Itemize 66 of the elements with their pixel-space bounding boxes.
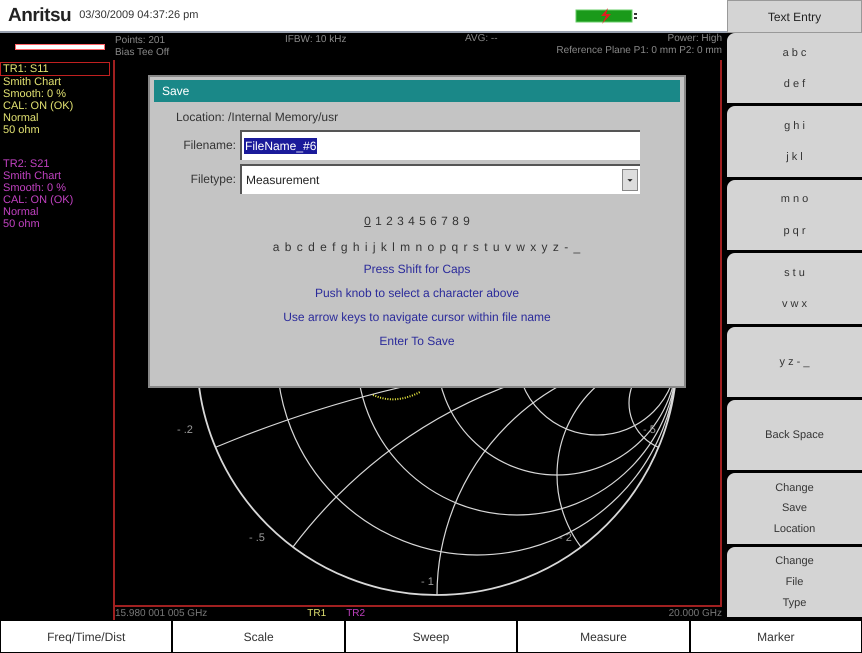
trace-info-text: CAL: ON (OK) (2, 100, 74, 112)
softkey-title: Text Entry (727, 0, 862, 33)
field-label: Filename: (182, 137, 237, 154)
softkey-button[interactable]: Back Space (727, 400, 862, 472)
menu-tab[interactable]: Freq/Time/Dist (1, 621, 172, 652)
start-frequency: 15.980 001 005 GHz (115, 608, 208, 618)
trace-label: TR2 (346, 608, 366, 618)
instruction-text: Enter To Save (379, 334, 455, 348)
trace-info-text: Normal (2, 112, 40, 124)
menu-tab[interactable]: Marker (690, 621, 862, 652)
trace-info-text: CAL: ON (OK) (2, 194, 74, 206)
info-text: Points: 201 (115, 34, 166, 46)
trace-info-text: Smooth: 0 % (2, 182, 67, 194)
trace-info-text: Smooth: 0 % (2, 88, 67, 100)
dialog-title: Save (162, 83, 190, 100)
filetype-dropdown[interactable]: Measurement (240, 164, 640, 194)
character-key[interactable]: 9 (462, 212, 470, 230)
softkey-button[interactable]: g h i j k l (727, 106, 862, 179)
trace-info-text: Smith Chart (2, 170, 62, 182)
chart-axis-label: - 1 (421, 575, 434, 590)
selected-text: FileName_#6 (244, 138, 318, 154)
softkey-button[interactable]: y z - _ (727, 326, 862, 399)
softkey-button[interactable]: m n o p q r (727, 180, 862, 252)
field-label: Filetype: (190, 171, 237, 188)
softkey-button[interactable]: Change Save Location (727, 473, 862, 546)
menu-tab[interactable]: Scale (173, 621, 344, 652)
info-text: Power: High (668, 33, 722, 45)
chart-axis-label: - .5 (249, 531, 265, 546)
location-text: Location: /Internal Memory/usr (176, 109, 340, 126)
character-key[interactable]: 3 (396, 212, 404, 230)
info-text: Reference Plane P1: 0 mm P2: 0 mm (556, 45, 722, 57)
trace-info-text: 50 ohm (2, 124, 41, 136)
chart-axis-label: - 2 (559, 531, 572, 546)
date-time: 03/30/2009 04:37:26 pm (79, 8, 198, 24)
softkey-button[interactable]: a b c d e f (727, 33, 862, 106)
character-key[interactable]: 0 (364, 212, 372, 230)
softkey-button[interactable]: Change File Type (727, 546, 862, 619)
trace-info-text: 50 ohm (2, 218, 41, 230)
filename-field[interactable]: FileName_#6 (240, 130, 640, 160)
character-key[interactable]: 1 (374, 212, 382, 230)
character-key[interactable]: 2 (386, 212, 394, 230)
menu-tab[interactable]: Sweep (346, 621, 516, 652)
brand-logo: Anritsu (8, 6, 72, 25)
menu-tab[interactable]: Measure (518, 621, 689, 652)
trace-title[interactable]: TR2: S21 (0, 158, 113, 170)
stop-frequency: 20.000 GHz (668, 608, 722, 618)
instruction-text: Push knob to select a character above (314, 286, 520, 300)
character-row[interactable]: a b c d e f g h i j k l m n o p q r s t u v w x y z - _ (272, 238, 582, 256)
caret-icon (622, 169, 638, 191)
character-key[interactable]: 4 (408, 212, 416, 230)
trace-info-text: Smith Chart (2, 76, 62, 88)
chart-axis-label: - .2 (177, 423, 193, 438)
info-text: AVG: -- (465, 33, 498, 45)
character-key[interactable]: 8 (452, 212, 460, 230)
info-text: Bias Tee Off (115, 46, 170, 58)
trace-title[interactable]: TR1: S11 (0, 62, 110, 76)
softkey-button[interactable]: s t u v w x (727, 253, 862, 326)
character-key[interactable]: 7 (440, 212, 448, 230)
trace-label: TR1 (307, 608, 326, 618)
info-text: IFBW: 10 kHz (285, 34, 346, 45)
trace-info-text: Normal (2, 206, 40, 218)
character-key[interactable]: 6 (430, 212, 438, 230)
chart-axis-label: - 5 (643, 423, 656, 438)
instruction-text: Use arrow keys to navigate cursor within file name (283, 310, 551, 324)
character-key[interactable]: 5 (418, 212, 426, 230)
instruction-text: Press Shift for Caps (364, 262, 470, 276)
